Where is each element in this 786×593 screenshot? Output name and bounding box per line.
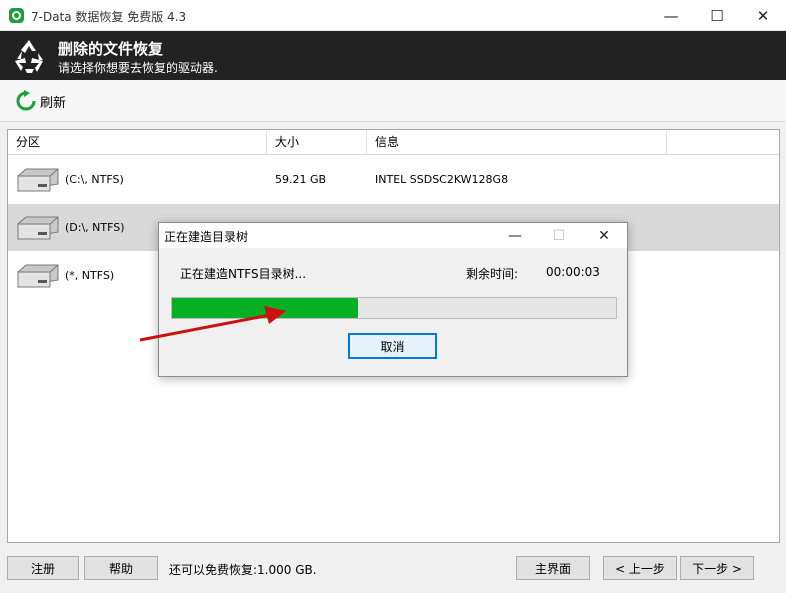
- table-row[interactable]: (C:\, NTFS) 59.21 GB INTEL SSDSC2KW128G8: [8, 156, 779, 203]
- recycle-icon: [15, 40, 43, 73]
- minimize-button[interactable]: —: [648, 0, 694, 31]
- hard-drive-icon: [17, 264, 59, 288]
- cancel-button[interactable]: 取消: [348, 333, 437, 359]
- dialog-title: 正在建造目录树: [164, 230, 249, 244]
- column-info[interactable]: 信息: [367, 130, 667, 155]
- row-partition: (*, NTFS): [65, 269, 115, 282]
- dialog-close-button[interactable]: ✕: [584, 223, 624, 248]
- hard-drive-icon: [17, 168, 59, 192]
- header-title: 删除的文件恢复: [58, 40, 164, 58]
- dialog-titlebar: 正在建造目录树 — ☐ ✕: [159, 223, 627, 248]
- register-button[interactable]: 注册: [7, 556, 79, 580]
- refresh-label: 刷新: [40, 95, 67, 111]
- progress-fill: [172, 298, 359, 318]
- maximize-button[interactable]: ☐: [694, 0, 740, 31]
- footer-bar: 注册 帮助 还可以免费恢复:1.000 GB. 主界面 < 上一步 下一步 >: [0, 549, 786, 593]
- dialog-maximize-button: ☐: [552, 227, 566, 244]
- dialog-minimize-button[interactable]: —: [495, 223, 535, 248]
- refresh-button[interactable]: 刷新: [15, 90, 66, 112]
- progress-bar: [171, 297, 617, 319]
- next-button[interactable]: 下一步 >: [680, 556, 754, 580]
- window-title: 7-Data 数据恢复 免费版 4.3: [31, 10, 187, 24]
- progress-dialog: 正在建造目录树 — ☐ ✕ 正在建造NTFS目录树... 剩余时间: 00:00…: [158, 222, 628, 377]
- column-partition[interactable]: 分区: [8, 130, 267, 155]
- dialog-status-text: 正在建造NTFS目录树...: [180, 267, 307, 281]
- home-button[interactable]: 主界面: [516, 556, 590, 580]
- row-partition: (D:\, NTFS): [65, 221, 125, 234]
- row-info: INTEL SSDSC2KW128G8: [375, 173, 509, 186]
- refresh-icon: [16, 90, 36, 111]
- column-size[interactable]: 大小: [267, 130, 367, 155]
- free-quota-text: 还可以免费恢复:1.000 GB.: [169, 563, 317, 577]
- row-partition: (C:\, NTFS): [65, 173, 124, 186]
- window-titlebar: 7-Data 数据恢复 免费版 4.3 — ☐ ✕: [0, 0, 786, 31]
- remaining-time-label: 剩余时间:: [466, 267, 519, 281]
- hard-drive-icon: [17, 216, 59, 240]
- app-logo-icon: [9, 8, 24, 23]
- row-size: 59.21 GB: [275, 173, 327, 186]
- previous-button[interactable]: < 上一步: [603, 556, 677, 580]
- close-button[interactable]: ✕: [740, 0, 786, 31]
- help-button[interactable]: 帮助: [84, 556, 158, 580]
- list-header: 分区 大小 信息: [8, 130, 779, 155]
- remaining-time-value: 00:00:03: [546, 265, 600, 279]
- page-header: 删除的文件恢复 请选择你想要去恢复的驱动器.: [0, 31, 786, 80]
- header-subtitle: 请选择你想要去恢复的驱动器.: [58, 61, 218, 75]
- toolbar: 刷新: [0, 80, 786, 122]
